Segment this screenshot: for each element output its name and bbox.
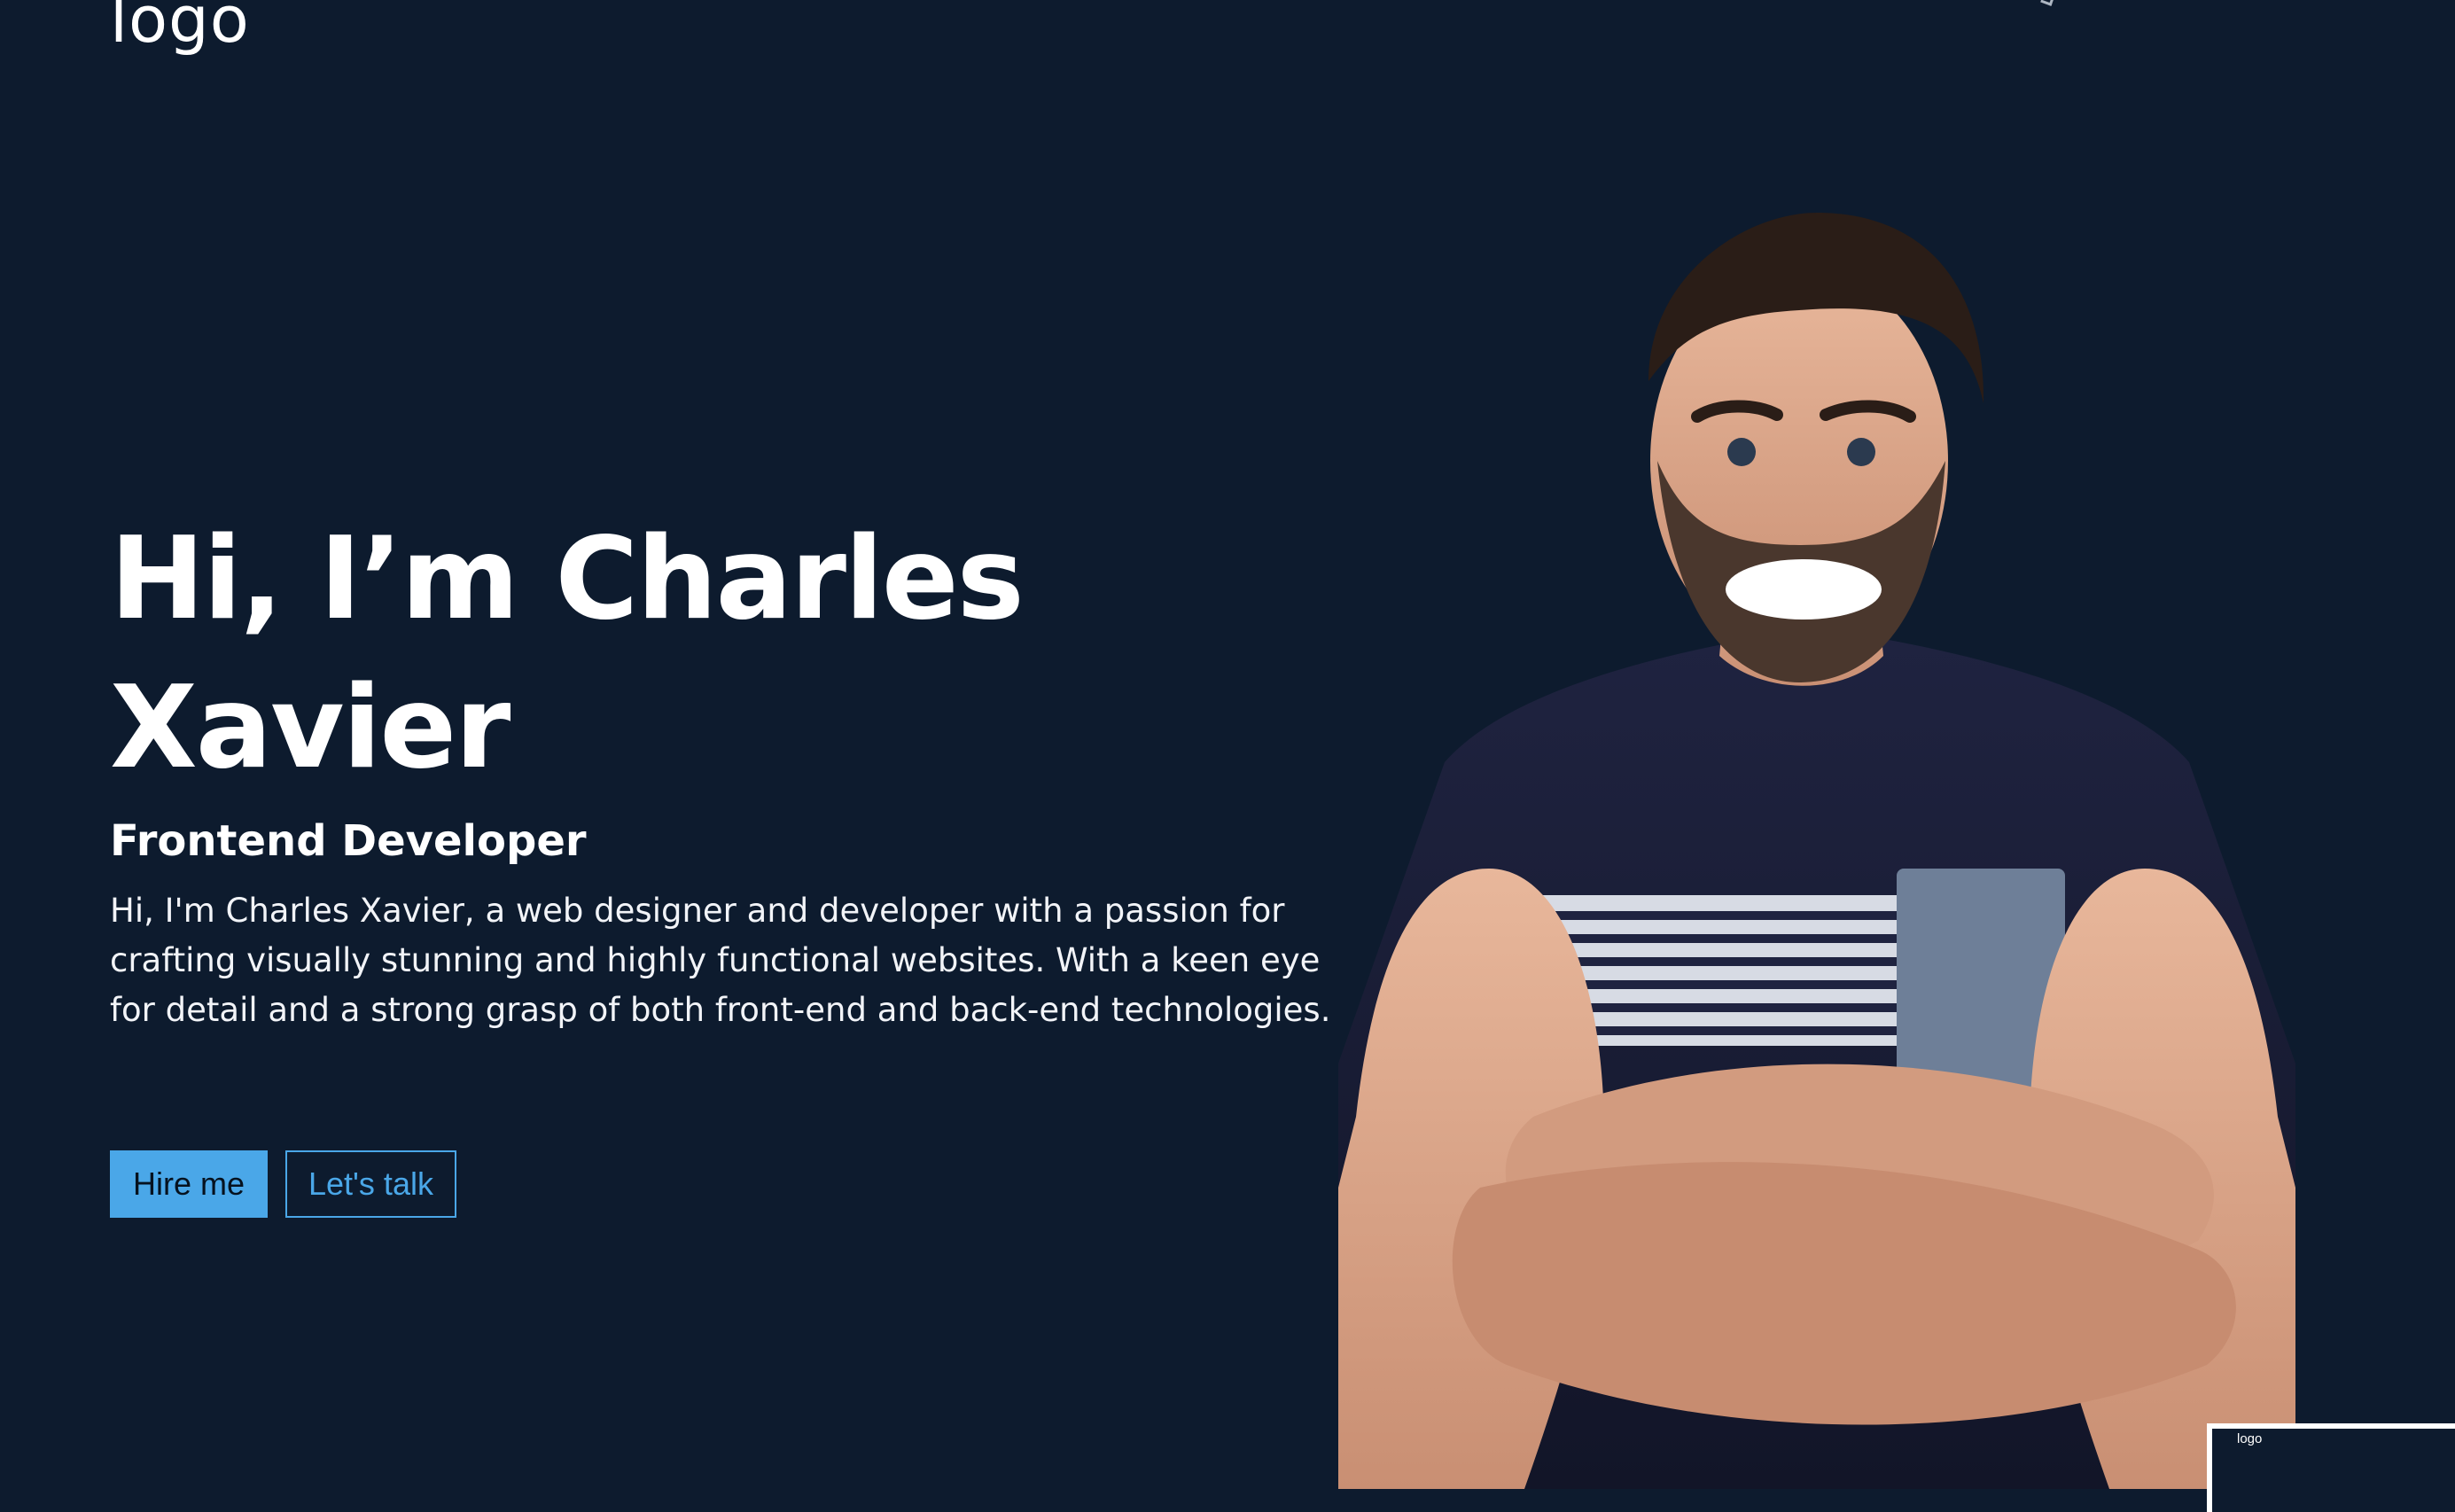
mini-window-preview: logo <box>2207 1423 2455 1512</box>
nav-chevron-icon <box>2040 0 2055 6</box>
left-eye <box>1727 438 1756 466</box>
mouth <box>1726 559 1882 620</box>
lets-talk-button[interactable]: Let's talk <box>285 1150 456 1218</box>
hero-title: Hi, I’m Charles Xavier <box>110 513 1025 794</box>
right-eye <box>1847 438 1875 466</box>
site-logo[interactable]: logo <box>110 0 250 51</box>
hero-description: Hi, I'm Charles Xavier, a web designer a… <box>110 892 1331 1029</box>
hero-subtitle: Frontend Developer <box>110 816 587 866</box>
hire-me-button[interactable]: Hire me <box>110 1150 268 1218</box>
portrait-image <box>1338 213 2295 1489</box>
mini-window-logo: logo <box>2237 1431 2263 1446</box>
